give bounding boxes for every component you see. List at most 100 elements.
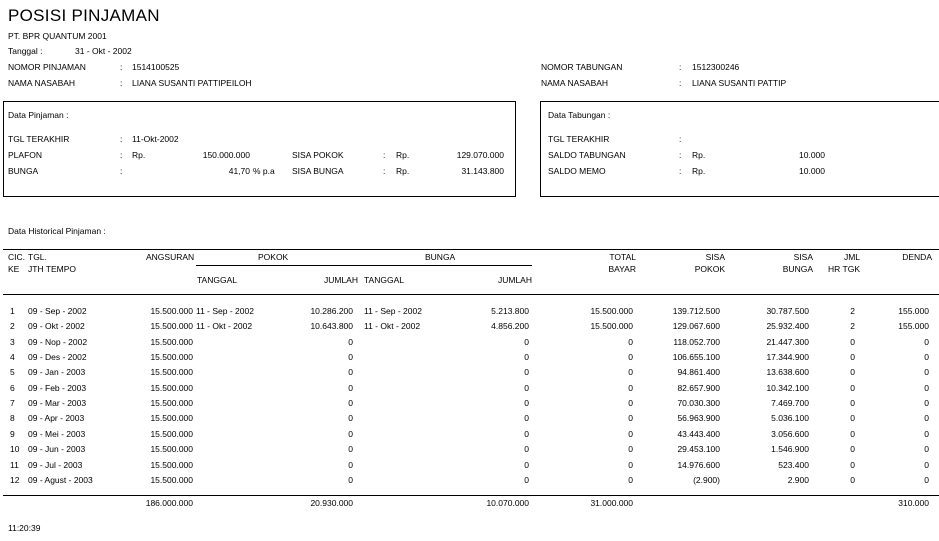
- cell-sisa-pokok: (2.900): [693, 474, 720, 485]
- cell-ke: 4: [10, 352, 15, 363]
- cell-jml-hr-tgk: 0: [850, 474, 855, 485]
- cell-jml-hr-tgk: 0: [850, 352, 855, 363]
- sisa-bunga-value: 31.143.800: [461, 166, 504, 176]
- total-denda: 310.000: [898, 498, 929, 508]
- cell-denda: 155.000: [898, 321, 929, 332]
- cell-denda: 0: [924, 367, 929, 378]
- col-denda: DENDA: [902, 252, 932, 262]
- bunga-value: 41,70: [228, 166, 250, 176]
- total-angsuran: 186.000.000: [145, 498, 193, 508]
- cell-sisa-bunga: 13.638.600: [766, 367, 809, 378]
- sisa-bunga-label: SISA BUNGA: [292, 166, 344, 176]
- sisa-pokok-currency: Rp.: [396, 150, 410, 160]
- cell-due-date: 09 - Sep - 2002: [28, 306, 87, 316]
- cell-jml-hr-tgk: 0: [850, 444, 855, 455]
- cell-pokok-jumlah: 0: [348, 428, 353, 439]
- cell-denda: 0: [924, 352, 929, 363]
- saldo-tabungan-value: 10.000: [799, 150, 825, 160]
- col-sisa: SISA: [705, 252, 725, 262]
- savings-last-date-label: TGL TERAKHIR: [548, 134, 610, 144]
- cell-ke: 9: [10, 428, 15, 439]
- plafon-value: 150.000.000: [202, 150, 250, 160]
- cell-bunga-jumlah: 0: [524, 382, 529, 393]
- cell-due-date: 09 - Okt - 2002: [28, 321, 85, 332]
- cell-bunga-jumlah: 0: [524, 352, 529, 363]
- col-pokok-jumlah: JUMLAH: [323, 275, 358, 285]
- cell-due-date: 09 - Mar - 2003: [28, 398, 87, 409]
- cell-total-bayar: 15.500.000: [590, 321, 633, 332]
- cell-total-bayar: 0: [628, 352, 633, 363]
- cell-total-bayar: 0: [628, 413, 633, 424]
- cell-bunga-jumlah: 5.213.800: [491, 306, 529, 316]
- saldo-tabungan-label: SALDO TABUNGAN: [548, 150, 626, 160]
- cell-ke: 7: [10, 398, 15, 409]
- cell-pokok-jumlah: 10.643.800: [310, 321, 353, 332]
- cell-angsuran: 15.500.000: [150, 413, 193, 424]
- cell-bunga-tanggal: 11 - Okt - 2002: [364, 321, 421, 332]
- cell-bunga-jumlah: 0: [524, 398, 529, 409]
- colon: :: [679, 134, 682, 144]
- group-rule: [196, 265, 532, 266]
- cell-sisa-pokok: 129.067.600: [672, 321, 720, 332]
- cell-denda: 0: [924, 428, 929, 439]
- cell-due-date: 09 - Des - 2002: [28, 352, 87, 363]
- total-bayar: 31.000.000: [590, 498, 633, 508]
- plafon-currency: Rp.: [132, 150, 146, 160]
- cell-sisa-pokok: 29.453.100: [677, 444, 720, 455]
- cell-sisa-bunga: 21.447.300: [766, 336, 809, 347]
- col-tgl: TGL.: [28, 252, 47, 262]
- cell-due-date: 09 - Agust - 2003: [28, 474, 93, 485]
- cell-ke: 6: [10, 382, 15, 393]
- total-pokok-jumlah: 20.930.000: [310, 498, 353, 508]
- cell-denda: 0: [924, 413, 929, 424]
- cell-sisa-bunga: 5.036.100: [771, 413, 809, 424]
- loan-last-date-label: TGL TERAKHIR: [8, 134, 70, 144]
- total-bunga-jumlah: 10.070.000: [486, 498, 529, 508]
- cell-jml-hr-tgk: 0: [850, 382, 855, 393]
- col-sisa: SISA: [793, 252, 813, 262]
- plafon-label: PLAFON: [8, 150, 43, 160]
- cell-bunga-jumlah: 0: [524, 367, 529, 378]
- cell-sisa-bunga: 30.787.500: [766, 306, 809, 316]
- totals-rule: [3, 495, 939, 496]
- cell-total-bayar: 15.500.000: [590, 306, 633, 316]
- cell-pokok-jumlah: 0: [348, 413, 353, 424]
- loan-last-date-value: 11-Okt-2002: [132, 134, 179, 144]
- cell-denda: 0: [924, 336, 929, 347]
- cell-ke: 12: [10, 474, 20, 485]
- col-pokok-tanggal: TANGGAL: [197, 275, 237, 285]
- cell-jml-hr-tgk: 2: [850, 306, 855, 316]
- loan-number-label: NOMOR PINJAMAN: [8, 62, 86, 72]
- cell-denda: 0: [924, 398, 929, 409]
- col-jth-tempo: JTH TEMPO: [28, 264, 77, 274]
- cell-due-date: 09 - Feb - 2003: [28, 382, 87, 393]
- cell-pokok-jumlah: 0: [348, 398, 353, 409]
- report-title: POSISI PINJAMAN: [8, 6, 160, 25]
- savings-customer-label: NAMA NASABAH: [541, 78, 609, 88]
- cell-pokok-jumlah: 0: [348, 352, 353, 363]
- cell-sisa-bunga: 25.932.400: [766, 321, 809, 332]
- cell-denda: 0: [924, 474, 929, 485]
- cell-due-date: 09 - Nop - 2002: [28, 336, 88, 347]
- cell-denda: 0: [924, 444, 929, 455]
- cell-total-bayar: 0: [628, 428, 633, 439]
- cell-bunga-jumlah: 0: [524, 474, 529, 485]
- colon: :: [383, 166, 386, 176]
- cell-angsuran: 15.500.000: [150, 306, 193, 316]
- cell-jml-hr-tgk: 0: [850, 367, 855, 378]
- cell-ke: 11: [10, 459, 19, 470]
- cell-sisa-pokok: 94.861.400: [677, 367, 720, 378]
- cell-total-bayar: 0: [628, 459, 633, 470]
- cell-bunga-jumlah: 0: [524, 428, 529, 439]
- cell-bunga-jumlah: 4.856.200: [491, 321, 529, 332]
- cell-sisa-bunga: 523.400: [778, 459, 809, 470]
- loan-data-box: [3, 101, 516, 197]
- savings-box-heading: Data Tabungan :: [548, 110, 611, 120]
- cell-denda: 0: [924, 459, 929, 470]
- colon: :: [383, 150, 386, 160]
- cell-angsuran: 15.500.000: [150, 336, 193, 347]
- colon: :: [120, 62, 123, 72]
- savings-number-value: 1512300246: [692, 62, 740, 72]
- colon: :: [679, 62, 682, 72]
- bunga-unit: % p.a: [253, 166, 275, 176]
